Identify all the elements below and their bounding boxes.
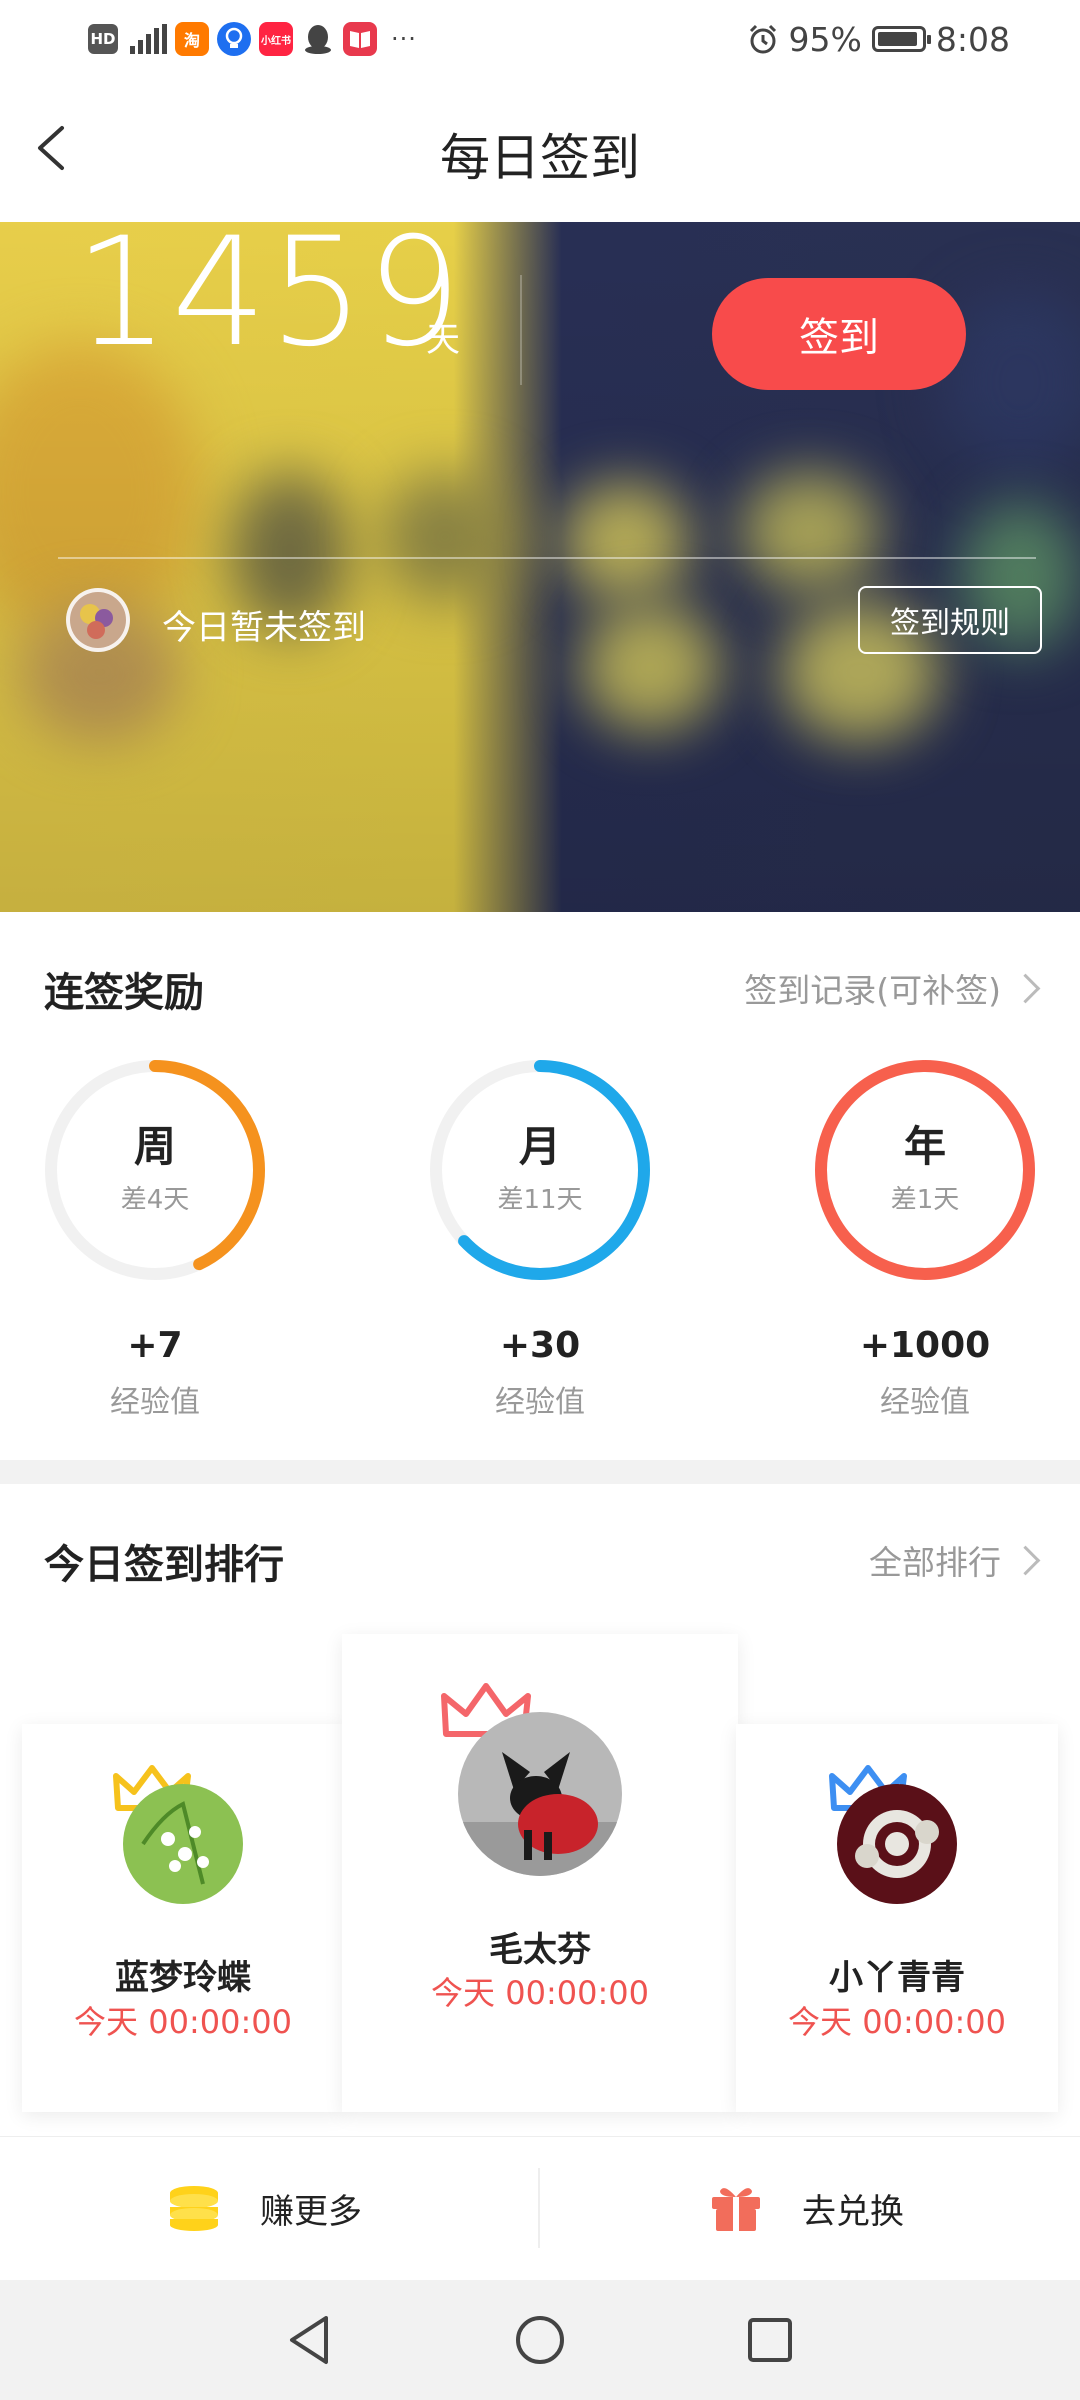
rank-time-third: 今天 00:00:00 (788, 2003, 1006, 2041)
checkin-rules-button[interactable]: 签到规则 (858, 586, 1042, 654)
reward-week-name: 周 (133, 1122, 176, 1172)
reward-month-remaining: 差11天 (497, 1184, 583, 1215)
rewards-title: 连签奖励 (44, 970, 204, 1016)
reward-year-name: 年 (903, 1122, 946, 1172)
status-icons-left: HD 淘 小红书 ··· (88, 18, 417, 60)
rank-name-second: 蓝梦玲蝶 (115, 1958, 251, 1998)
battery-icon (871, 26, 931, 52)
nav-recents-icon[interactable] (742, 2312, 798, 2368)
hd-badge: HD (88, 24, 118, 54)
reward-year-value: +1000 (859, 1325, 991, 1366)
chevron-right-icon (1010, 973, 1041, 1003)
rank-name-first: 毛太芬 (489, 1930, 591, 1970)
reward-month-name: 月 (518, 1122, 561, 1172)
streak-unit: 天 (426, 320, 460, 360)
more-notifications-icon: ··· (391, 25, 417, 53)
bottom-action-bar (0, 2136, 1080, 2281)
rank-time-first: 今天 00:00:00 (431, 1974, 649, 2012)
reward-week-value: +7 (127, 1325, 183, 1366)
user-avatar[interactable] (66, 588, 130, 652)
xiaohongshu-label: 小红书 (261, 35, 291, 47)
hero-divider (520, 275, 522, 385)
reward-week-unit: 经验值 (110, 1385, 200, 1420)
bulb-app-icon (217, 22, 251, 56)
status-icons-right: 95% 8:08 (747, 18, 1010, 60)
reward-month-unit: 经验值 (495, 1385, 585, 1420)
clock: 8:08 (935, 19, 1010, 59)
nav-back-icon[interactable] (282, 2312, 338, 2368)
coins-icon (170, 2186, 218, 2231)
rank-name-third: 小丫青青 (829, 1958, 965, 1998)
exchange-label: 去兑换 (802, 2191, 904, 2232)
reward-week: 周差4天 (40, 1055, 270, 1285)
reward-year-remaining: 差1天 (890, 1184, 960, 1215)
all-ranking-label: 全部排行 (869, 1543, 1001, 1582)
earn-more-button[interactable]: 赚更多 (168, 2178, 362, 2238)
all-ranking-link[interactable]: 全部排行 (869, 1536, 1041, 1584)
qq-icon (301, 22, 335, 56)
rank-avatar-second (123, 1784, 243, 1904)
rank-avatar-third (837, 1784, 957, 1904)
rank-avatar-first (458, 1712, 622, 1876)
ranking-title: 今日签到排行 (44, 1542, 284, 1588)
taobao-label: 淘 (183, 31, 200, 50)
battery-percent: 95% (788, 19, 862, 59)
signal-icon (130, 24, 167, 54)
reward-month-value: +30 (499, 1325, 581, 1366)
chevron-right-icon (1010, 1545, 1041, 1575)
nav-home-icon[interactable] (512, 2312, 568, 2368)
taobao-icon: 淘 (175, 22, 209, 56)
exchange-button[interactable]: 去兑换 (710, 2178, 904, 2238)
book-app-icon (343, 22, 377, 56)
reward-month: 月差11天 (425, 1055, 655, 1285)
xiaohongshu-icon: 小红书 (259, 22, 293, 56)
checkin-record-label: 签到记录(可补签) (744, 971, 1001, 1010)
earn-more-label: 赚更多 (260, 2191, 362, 2232)
rank-time-second: 今天 00:00:00 (74, 2003, 292, 2041)
today-checkin-status: 今日暂未签到 (162, 608, 366, 648)
bottom-divider (538, 2168, 540, 2248)
reward-week-remaining: 差4天 (120, 1184, 190, 1215)
gift-icon (712, 2188, 760, 2231)
battery-fill (877, 32, 918, 46)
reward-year-unit: 经验值 (880, 1385, 970, 1420)
reward-year: 年差1天 (810, 1055, 1040, 1285)
checkin-record-link[interactable]: 签到记录(可补签) (744, 964, 1041, 1012)
alarm-icon (749, 24, 776, 54)
streak-days: 1459 (74, 206, 464, 380)
hero-divider-line (58, 557, 1036, 559)
status-bar: HD 淘 小红书 ··· 95% 8:08 (0, 0, 1080, 78)
checkin-button[interactable]: 签到 (712, 278, 966, 390)
